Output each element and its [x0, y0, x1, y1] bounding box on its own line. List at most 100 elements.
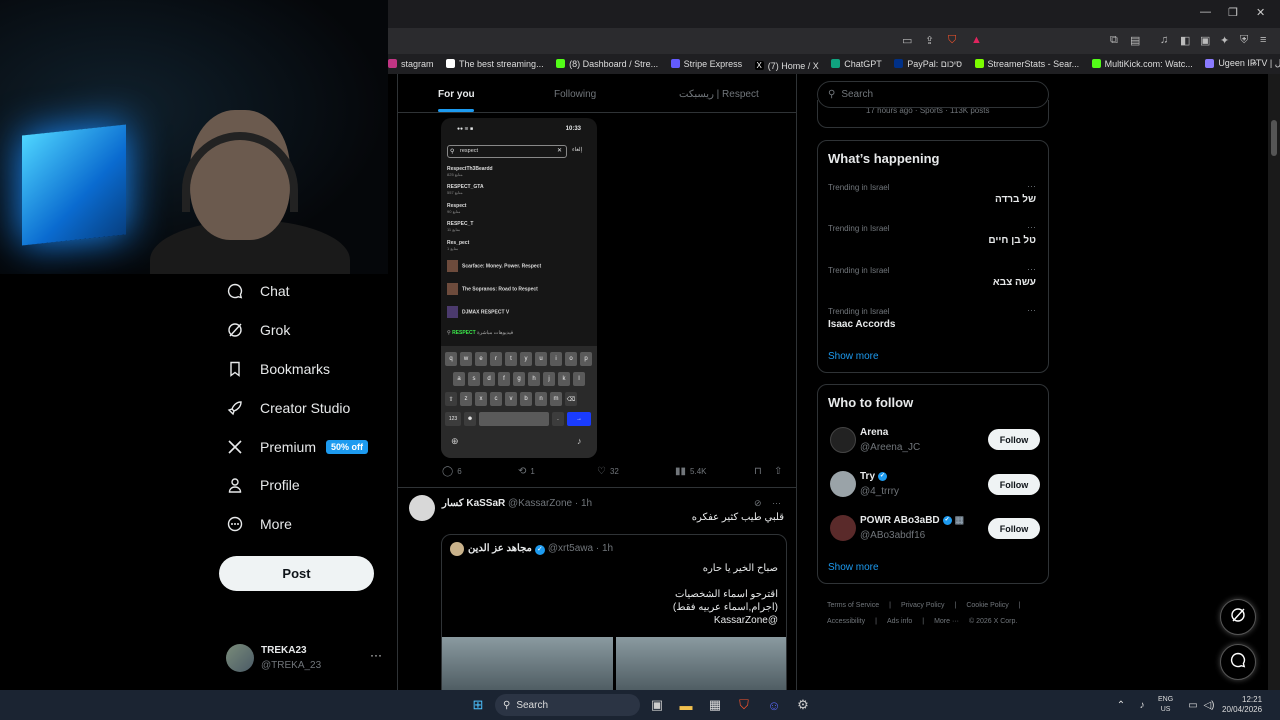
bookmark-item[interactable]: StreamerStats - Sear...	[974, 59, 1079, 69]
suggested-account-name[interactable]: Arena	[860, 427, 888, 438]
sidebar-toggle-icon[interactable]: ◧	[1180, 34, 1190, 47]
trend-more-icon[interactable]: ···	[1027, 181, 1036, 191]
minimize-button[interactable]: —	[1200, 6, 1211, 18]
nav-profile[interactable]: Profile	[226, 476, 300, 494]
quote-mention-link[interactable]: @KassarZone	[714, 615, 778, 626]
brave-rewards-icon[interactable]: ▲	[971, 34, 982, 46]
tweet-author-name[interactable]: كسار KaSSaR	[442, 498, 505, 509]
grok-icon[interactable]: ⊘	[754, 498, 762, 508]
reader-icon[interactable]: ▤	[1130, 34, 1140, 47]
discord-icon[interactable]: ☺	[764, 695, 784, 715]
suggested-account-name[interactable]: POWR ABo3aBD ✓ ▦	[860, 515, 964, 526]
reply-button[interactable]: ◯ 6	[442, 466, 462, 477]
share-button[interactable]: ⇧	[774, 466, 786, 477]
page-scrollbar[interactable]	[1268, 74, 1280, 690]
close-window-button[interactable]: ✕	[1256, 6, 1265, 19]
nav-premium[interactable]: Premium 50% off	[226, 438, 369, 456]
grok-fab-button[interactable]	[1220, 599, 1256, 635]
share-icon[interactable]: ⇪	[925, 34, 934, 47]
taskbar-search[interactable]: ⚲ Search	[495, 694, 640, 716]
show-more-link[interactable]: Show more	[828, 351, 879, 362]
brave-shields-icon[interactable]: ⛉	[948, 34, 956, 47]
search-input[interactable]: ⚲ Search	[817, 81, 1049, 108]
vpn-icon[interactable]: ⛨	[1240, 34, 1248, 47]
repost-button[interactable]: ⟲ 1	[518, 466, 535, 477]
footer-link[interactable]: More ···	[934, 618, 959, 625]
trend-more-icon[interactable]: ···	[1027, 305, 1036, 315]
nav-bookmarks[interactable]: Bookmarks	[226, 360, 330, 378]
avatar[interactable]	[830, 427, 856, 453]
more-bookmarks-icon[interactable]: »	[1252, 58, 1257, 68]
show-more-link[interactable]: Show more	[828, 562, 879, 573]
bookmark-item[interactable]: ChatGPT	[831, 59, 882, 69]
bookmark-item[interactable]: stagram	[388, 59, 434, 69]
trend-item[interactable]: טל בן חיים	[988, 235, 1036, 246]
menu-icon[interactable]: ≡	[1260, 34, 1266, 46]
taskbar-clock[interactable]: 12:21 20/04/2026	[1222, 695, 1262, 715]
views-button[interactable]: ▮▮ 5.4K	[675, 466, 706, 477]
bookmark-button[interactable]: ⊓	[754, 466, 766, 477]
start-menu-icon[interactable]: ⊞	[468, 695, 488, 715]
leo-ai-icon[interactable]: ✦	[1220, 34, 1229, 47]
maximize-button[interactable]: ❐	[1228, 6, 1238, 19]
tweet-author-handle[interactable]: @KassarZone · 1h	[508, 498, 592, 509]
tweet-media-image[interactable]: ●● ≋ ■ 10:33 respect ⚲ ✕ إلغاء RespectTh…	[441, 118, 597, 458]
account-name: TREKA23	[261, 645, 307, 656]
nav-creator-studio[interactable]: Creator Studio	[226, 399, 350, 417]
tab-for-you[interactable]: For you	[438, 89, 475, 100]
trend-more-icon[interactable]: ···	[1027, 264, 1036, 274]
file-explorer-icon[interactable]: ▬	[676, 695, 696, 715]
brave-browser-icon[interactable]: ⛉	[734, 695, 754, 715]
bookmark-item[interactable]: PayPal: סיכום	[894, 59, 962, 69]
language-indicator[interactable]: ENG US	[1158, 695, 1173, 715]
messages-fab-button[interactable]	[1220, 644, 1256, 680]
tray-overflow-icon[interactable]: ⌃	[1111, 695, 1131, 715]
footer-link[interactable]: Accessibility	[827, 618, 865, 625]
extensions-icon[interactable]: ⧉	[1110, 34, 1118, 47]
suggested-account-name[interactable]: Try ✓	[860, 471, 888, 482]
volume-icon[interactable]: ◁)	[1199, 695, 1219, 715]
footer-link[interactable]: Privacy Policy	[901, 602, 945, 609]
footer-link[interactable]: Terms of Service	[827, 602, 879, 609]
tab-respect-list[interactable]: ريسبكت | Respect	[679, 89, 759, 100]
follow-button[interactable]: Follow	[988, 474, 1040, 495]
quoted-tweet[interactable]: مجاهد عز الدين ✓ @xrt5awa · 1h صباح الخير …	[441, 534, 787, 690]
bookmark-item[interactable]: X (7) Home / X	[754, 61, 819, 71]
trend-more-icon[interactable]: ···	[1027, 222, 1036, 232]
wallet-icon[interactable]: ▣	[1200, 34, 1210, 47]
bookmark-item[interactable]: MultiKick.com: Watc...	[1091, 59, 1193, 69]
account-switcher[interactable]: TREKA23 @TREKA_23 ···	[226, 642, 386, 676]
trend-item[interactable]: Isaac Accords	[828, 319, 895, 330]
task-view-icon[interactable]: ▣	[647, 695, 667, 715]
trend-item[interactable]: עשה צבא	[993, 277, 1036, 288]
bookmark-item[interactable]: The best streaming...	[446, 59, 544, 69]
follow-button[interactable]: Follow	[988, 429, 1040, 450]
scrollbar-thumb[interactable]	[1271, 120, 1277, 156]
bookmark-item[interactable]: Stripe Express	[670, 59, 742, 69]
store-icon[interactable]: ▦	[705, 695, 725, 715]
media-icon[interactable]: ♫	[1160, 34, 1168, 46]
keyboard-key: h	[528, 372, 540, 386]
tab-following[interactable]: Following	[554, 89, 596, 100]
nav-more[interactable]: More	[226, 515, 292, 533]
bookmark-item[interactable]: Ugeen IPTV | تسجيل...	[1205, 58, 1280, 69]
microphone-icon[interactable]: ♪	[1132, 695, 1152, 715]
post-button[interactable]: Post	[219, 556, 374, 591]
footer-link[interactable]: Ads info	[887, 618, 912, 625]
bookmark-item[interactable]: (8) Dashboard / Stre...	[556, 59, 658, 69]
avatar[interactable]	[409, 495, 435, 521]
nav-chat[interactable]: Chat	[226, 282, 290, 300]
trend-item[interactable]: של ברדה	[995, 194, 1036, 205]
more-icon[interactable]: ···	[772, 498, 781, 508]
account-more-icon[interactable]: ···	[370, 648, 382, 662]
nav-grok[interactable]: Grok	[226, 321, 290, 339]
follow-button[interactable]: Follow	[988, 518, 1040, 539]
footer-link[interactable]: Cookie Policy	[966, 602, 1008, 609]
suggested-account-handle: @4_trrry	[860, 486, 900, 497]
install-app-icon[interactable]: ▭	[902, 34, 912, 47]
like-button[interactable]: ♡ 32	[597, 466, 619, 477]
avatar[interactable]	[830, 515, 856, 541]
browser-toolbar: ▭ ⇪ ⛉ ▲ ⧉ ▤ ♫ ◧ ▣ ✦ ⛨ ≡	[388, 28, 1280, 54]
settings-icon[interactable]: ⚙	[793, 695, 813, 715]
avatar[interactable]	[830, 471, 856, 497]
